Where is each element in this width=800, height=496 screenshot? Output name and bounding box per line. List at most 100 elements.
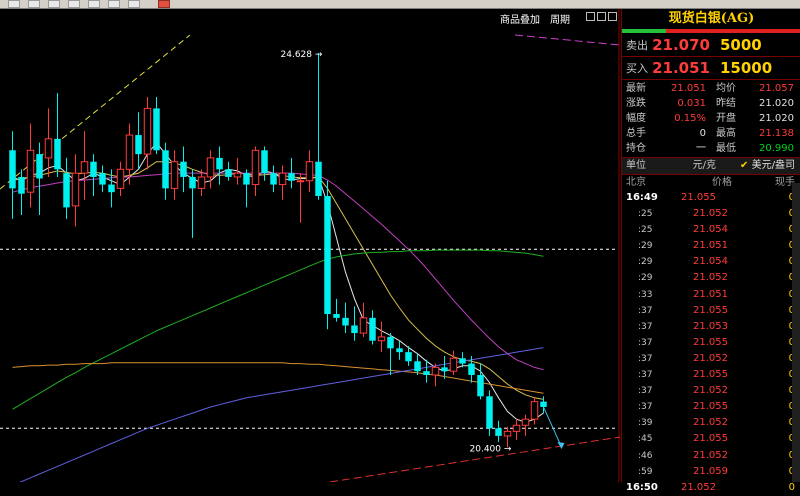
- stat-value: 一: [696, 143, 706, 154]
- tick-row: 16:50 21.052 0: [622, 480, 800, 496]
- candle-body: [377, 336, 386, 342]
- candle-body: [431, 366, 440, 376]
- tick-row: :37 21.0520: [622, 383, 800, 399]
- tick-time: 16:50: [626, 481, 658, 493]
- candle-body: [503, 430, 512, 437]
- buy-label: 买入: [626, 62, 648, 75]
- restore-icon[interactable]: [597, 12, 606, 21]
- tick-row: :37 21.0550: [622, 335, 800, 351]
- toolbar-button[interactable]: [68, 0, 80, 8]
- tick-price: 21.052: [693, 272, 728, 284]
- period-button[interactable]: 周期: [550, 15, 570, 26]
- tick-price: 21.055: [693, 304, 728, 316]
- moving-average-line: [12, 172, 544, 371]
- toolbar-button[interactable]: [108, 0, 120, 8]
- candle-body: [414, 361, 421, 372]
- candle-body: [405, 352, 412, 362]
- candle-body: [153, 108, 160, 151]
- candle-body: [459, 358, 466, 364]
- ticks-scrollbar[interactable]: [792, 183, 800, 482]
- stat-value: 0.031: [677, 98, 706, 109]
- buy-quote: 买入 21.051 15000: [622, 57, 800, 80]
- candle-body: [288, 173, 295, 181]
- candle-body: [495, 428, 502, 436]
- toolbar-button[interactable]: [128, 0, 140, 8]
- tick-volume: 0: [728, 335, 800, 351]
- toolbar-button[interactable]: [48, 0, 60, 8]
- projection-arrow: [543, 406, 562, 448]
- stats-row: 总手 0 最高 21.138: [622, 126, 800, 141]
- tick-volume: 0: [716, 190, 800, 206]
- tick-time: :59: [638, 466, 653, 477]
- toolbar-alert-button[interactable]: [158, 0, 170, 8]
- alt-unit-toggle[interactable]: ✔ 美元/盎司: [716, 158, 800, 174]
- candle-body: [189, 176, 196, 189]
- kline-chart[interactable]: 24.628 → 20.400 →: [0, 9, 621, 486]
- tick-time: :37: [638, 305, 653, 316]
- candle-body: [36, 154, 43, 179]
- tick-price: 21.052: [693, 385, 728, 397]
- stat-label: 总手: [626, 128, 646, 139]
- tick-row: :39 21.0520: [622, 415, 800, 431]
- tick-price: 21.055: [693, 336, 728, 348]
- candle-body: [251, 149, 260, 186]
- tick-time: :45: [638, 434, 653, 445]
- trendline: [514, 34, 621, 46]
- chart-header: 商品叠加 周期: [500, 11, 580, 26]
- stat-value: 21.057: [759, 83, 794, 94]
- tick-time: :25: [638, 225, 653, 236]
- sell-price: 21.070: [652, 36, 710, 54]
- candle-body: [54, 138, 61, 170]
- stat-value: 21.020: [759, 113, 794, 124]
- minimize-icon[interactable]: [586, 12, 595, 21]
- stats-table: 最新 21.051 均价 21.057 涨跌 0.031 昨结 21.020 幅度 0.15% 开盘…: [622, 80, 800, 158]
- stat-value: 0: [699, 128, 706, 139]
- candle-body: [324, 195, 331, 315]
- candle-body: [9, 150, 16, 189]
- tick-volume: 0: [728, 303, 800, 319]
- candle-body: [225, 169, 232, 177]
- moving-average-line: [12, 362, 544, 394]
- tick-time: :29: [638, 273, 653, 284]
- candle-body: [71, 172, 80, 207]
- tick-row: :37 21.0520: [622, 351, 800, 367]
- candle-body: [216, 157, 223, 170]
- unit-value: 元/克: [692, 160, 716, 171]
- toolbar-button[interactable]: [8, 0, 20, 8]
- stat-label: 持仓: [626, 143, 646, 154]
- tick-price: 21.052: [693, 417, 728, 429]
- bid-ask-bar-buy: [622, 29, 666, 33]
- ticks-list[interactable]: 16:4921.0550:2521.0520:2521.0540:2921.05…: [622, 190, 800, 496]
- candle-body: [206, 157, 215, 178]
- toolbar-button[interactable]: [88, 0, 100, 8]
- buy-price: 21.051: [652, 59, 710, 77]
- tick-price: 21.051: [693, 288, 728, 300]
- tick-time: :37: [638, 353, 653, 364]
- tick-volume: 0: [728, 448, 800, 464]
- stats-row: 最新 21.051 均价 21.057: [622, 81, 800, 96]
- tick-price: 21.054: [693, 256, 728, 268]
- tick-price: 21.052: [693, 449, 728, 461]
- candle-body: [261, 150, 268, 174]
- tick-row: :46 21.0520: [622, 448, 800, 464]
- maximize-icon[interactable]: [608, 12, 617, 21]
- candle-body: [387, 336, 394, 349]
- stats-row: 涨跌 0.031 昨结 21.020: [622, 96, 800, 111]
- tick-time: :37: [638, 370, 653, 381]
- ticks-header-volume: 现手: [775, 177, 795, 188]
- candle-body: [233, 172, 242, 178]
- kline-chart-svg: 24.628 → 20.400 →: [0, 9, 621, 486]
- tick-row: :37 21.0530: [622, 319, 800, 335]
- tick-row: :37 21.0550: [622, 303, 800, 319]
- overlay-button[interactable]: 商品叠加: [500, 15, 540, 26]
- toolbar-button[interactable]: [28, 0, 40, 8]
- stat-label: 最低: [716, 143, 736, 154]
- candle-body: [125, 134, 134, 170]
- candle-body: [278, 172, 287, 186]
- tick-price: 21.055: [693, 369, 728, 381]
- buy-volume: 15000: [720, 59, 773, 77]
- stats-row: 持仓 一最低 20.990: [622, 141, 800, 156]
- stat-label: 均价: [716, 83, 736, 94]
- tick-time: :29: [638, 241, 653, 252]
- candle-body: [333, 314, 340, 318]
